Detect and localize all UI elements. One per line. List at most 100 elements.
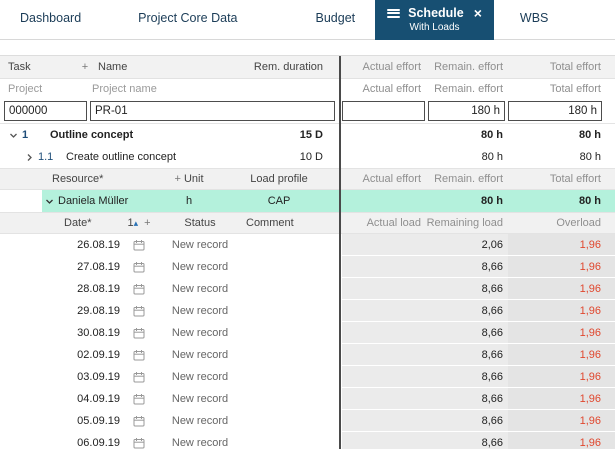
task-row-1-1[interactable]: 1.1 Create outline concept 10 D 80 h 80 … bbox=[0, 146, 615, 168]
load-date: 30.08.19 bbox=[77, 327, 120, 339]
remain-effort-label: Remain. effort bbox=[434, 82, 503, 95]
calendar-icon[interactable] bbox=[122, 239, 156, 251]
unit-label: Unit bbox=[183, 173, 204, 185]
date-column-header: Date* bbox=[64, 217, 92, 229]
load-remaining: 8,66 bbox=[426, 388, 508, 410]
resource-header-row: Resource* + Unit Load profile Actual eff… bbox=[0, 168, 615, 190]
remain-effort-column-header: Remain. effort bbox=[434, 61, 503, 73]
task-number: 1 bbox=[22, 129, 29, 141]
calendar-icon[interactable] bbox=[122, 283, 156, 295]
project-label-row: Project Project name Actual effort Remai… bbox=[0, 79, 615, 98]
actual-effort-column-header: Actual effort bbox=[362, 61, 422, 73]
project-row bbox=[0, 98, 615, 124]
chevron-right-icon[interactable] bbox=[24, 152, 34, 162]
total-effort-column-header: Total effort bbox=[549, 61, 601, 73]
load-overload: 1,96 bbox=[508, 344, 615, 366]
load-row[interactable]: 26.08.19 New record 2,06 1,96 bbox=[0, 234, 615, 256]
task-name: Outline concept bbox=[50, 129, 134, 141]
load-date: 04.09.19 bbox=[77, 393, 120, 405]
remain-effort-column-header: Remain. effort bbox=[434, 173, 503, 185]
load-row[interactable]: 02.09.19 New record 8,66 1,96 bbox=[0, 344, 615, 366]
task-number: 1.1 bbox=[38, 151, 54, 163]
chevron-down-icon[interactable] bbox=[44, 196, 54, 206]
tab-schedule-label: Schedule bbox=[408, 6, 464, 20]
calendar-icon[interactable] bbox=[122, 415, 156, 427]
load-actual bbox=[342, 344, 426, 366]
pane-divider[interactable] bbox=[339, 56, 341, 449]
tab-project-core-data[interactable]: Project Core Data bbox=[138, 0, 237, 25]
menu-icon[interactable] bbox=[387, 8, 401, 18]
project-total-effort-field[interactable] bbox=[508, 100, 602, 121]
tab-schedule-sublabel: With Loads bbox=[409, 22, 460, 33]
chevron-down-icon[interactable] bbox=[8, 130, 18, 140]
load-date: 27.08.19 bbox=[77, 261, 120, 273]
load-actual bbox=[342, 256, 426, 278]
load-status: New record bbox=[171, 261, 229, 273]
resource-row[interactable]: Daniela Müller h CAP 80 h 80 h bbox=[0, 190, 615, 212]
load-status: New record bbox=[171, 239, 229, 251]
load-overload: 1,96 bbox=[508, 432, 615, 449]
load-row[interactable]: 30.08.19 New record 8,66 1,96 bbox=[0, 322, 615, 344]
load-date: 26.08.19 bbox=[77, 239, 120, 251]
load-remaining: 8,66 bbox=[426, 322, 508, 344]
load-status: New record bbox=[171, 327, 229, 339]
load-actual bbox=[342, 410, 426, 432]
add-task-icon[interactable]: + bbox=[78, 61, 92, 73]
task-rem-duration: 15 D bbox=[299, 129, 323, 141]
load-status: New record bbox=[171, 349, 229, 361]
load-date: 29.08.19 bbox=[77, 305, 120, 317]
resource-indent bbox=[0, 190, 42, 212]
schedule-grid: Task + Name Rem. duration Actual effort … bbox=[0, 55, 615, 449]
load-status: New record bbox=[171, 437, 229, 449]
load-status: New record bbox=[171, 393, 229, 405]
calendar-icon[interactable] bbox=[122, 393, 156, 405]
project-label: Project bbox=[8, 82, 43, 95]
load-status: New record bbox=[171, 305, 229, 317]
unit-column-header: + Unit bbox=[159, 173, 219, 185]
calendar-icon[interactable] bbox=[122, 261, 156, 273]
tab-wbs[interactable]: WBS bbox=[520, 0, 548, 25]
project-id-field[interactable] bbox=[4, 100, 87, 121]
load-row[interactable]: 28.08.19 New record 8,66 1,96 bbox=[0, 278, 615, 300]
close-tab-icon[interactable]: × bbox=[474, 6, 482, 20]
calendar-icon[interactable] bbox=[122, 327, 156, 339]
resource-name: Daniela Müller bbox=[58, 195, 129, 207]
load-status: New record bbox=[171, 415, 229, 427]
load-date: 02.09.19 bbox=[77, 349, 120, 361]
sort-indicator[interactable]: 1▴ + bbox=[122, 217, 156, 229]
load-overload: 1,96 bbox=[508, 410, 615, 432]
project-actual-effort-field[interactable] bbox=[342, 100, 425, 121]
load-status: New record bbox=[171, 283, 229, 295]
load-row[interactable]: 04.09.19 New record 8,66 1,96 bbox=[0, 388, 615, 410]
project-name-field[interactable] bbox=[90, 100, 335, 121]
project-remain-effort-field[interactable] bbox=[428, 100, 505, 121]
calendar-icon[interactable] bbox=[122, 305, 156, 317]
task-name: Create outline concept bbox=[66, 151, 177, 163]
load-row[interactable]: 29.08.19 New record 8,66 1,96 bbox=[0, 300, 615, 322]
tab-bar: Dashboard Project Core Data Budget Sched… bbox=[0, 0, 615, 40]
load-overload: 1,96 bbox=[508, 388, 615, 410]
load-overload: 1,96 bbox=[508, 234, 615, 256]
tab-schedule[interactable]: Schedule × With Loads bbox=[375, 0, 494, 40]
load-overload: 1,96 bbox=[508, 322, 615, 344]
load-row[interactable]: 27.08.19 New record 8,66 1,96 bbox=[0, 256, 615, 278]
total-effort-column-header: Total effort bbox=[549, 173, 601, 185]
load-row[interactable]: 05.09.19 New record 8,66 1,96 bbox=[0, 410, 615, 432]
tab-budget[interactable]: Budget bbox=[316, 0, 356, 25]
add-resource-icon[interactable]: + bbox=[174, 173, 180, 185]
calendar-icon[interactable] bbox=[122, 349, 156, 361]
load-row[interactable]: 06.09.19 New record 8,66 1,96 bbox=[0, 432, 615, 449]
task-remain-effort: 80 h bbox=[480, 129, 503, 141]
load-date: 06.09.19 bbox=[77, 437, 120, 449]
calendar-icon[interactable] bbox=[122, 437, 156, 449]
add-date-icon[interactable]: + bbox=[144, 217, 150, 229]
calendar-icon[interactable] bbox=[122, 371, 156, 383]
tab-dashboard[interactable]: Dashboard bbox=[20, 0, 81, 25]
task-column-header: Task bbox=[8, 61, 31, 73]
load-actual bbox=[342, 300, 426, 322]
load-row[interactable]: 03.09.19 New record 8,66 1,96 bbox=[0, 366, 615, 388]
load-remaining: 8,66 bbox=[426, 344, 508, 366]
task-rem-duration: 10 D bbox=[299, 151, 323, 163]
task-row-1[interactable]: 1 Outline concept 15 D 80 h 80 h bbox=[0, 124, 615, 146]
load-actual bbox=[342, 366, 426, 388]
